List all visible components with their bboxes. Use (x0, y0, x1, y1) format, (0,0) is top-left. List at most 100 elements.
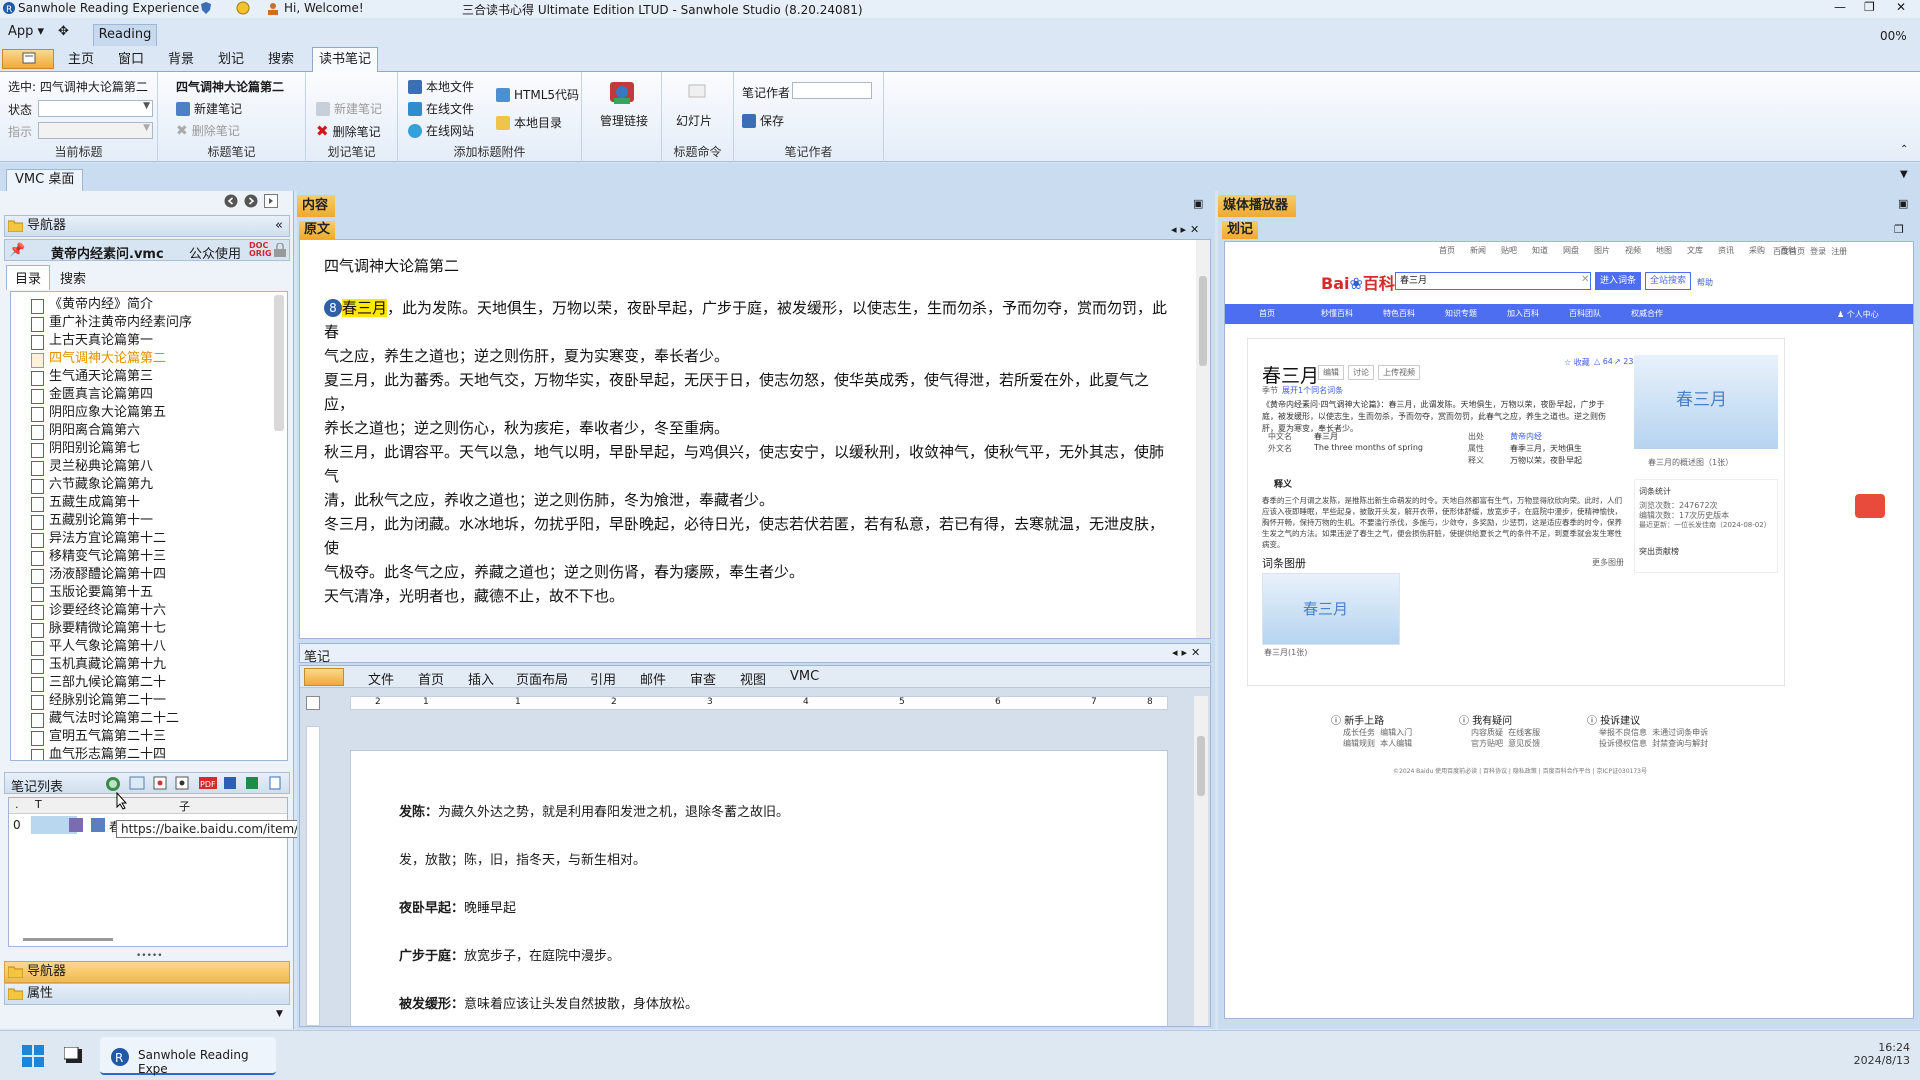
delete-title-note-button[interactable]: ✖ 删除笔记 (176, 122, 240, 139)
online-file-button[interactable]: 在线文件 (408, 100, 474, 117)
task-view-icon[interactable] (64, 1047, 84, 1065)
baidu-top-link[interactable]: 首页 (1439, 245, 1455, 256)
toc-item[interactable]: 生气通天论篇第三 (31, 368, 153, 386)
lock-icon[interactable] (273, 243, 287, 257)
toc-item[interactable]: 阴阳别论篇第七 (31, 440, 140, 458)
baidu-nav-item[interactable]: 加入百科 (1507, 308, 1569, 319)
note-page[interactable]: 发陈：为藏久外达之势，就是利用春阳发泄之机，退除冬蓄之故旧。 发，放散；陈，旧，… (350, 750, 1168, 1026)
menu-mark[interactable]: 划记 (212, 50, 250, 72)
file-menu-button[interactable] (2, 49, 54, 69)
tab-reading[interactable]: Reading (93, 24, 157, 46)
album-image[interactable]: 春三月 (1262, 573, 1400, 645)
summary-image[interactable]: 春三月 (1634, 355, 1778, 449)
word-icon[interactable] (223, 776, 237, 790)
tab-notes[interactable]: 笔记 (304, 646, 330, 665)
toc-item[interactable]: 上古天真论篇第一 (31, 332, 153, 350)
pdf-icon[interactable]: PDF (199, 776, 217, 790)
word-menu-layout[interactable]: 页面布局 (516, 669, 568, 688)
image-icon[interactable] (129, 776, 145, 790)
toc-item[interactable]: 诊要经终论篇第十六 (31, 602, 166, 620)
toc-item[interactable]: 三部九候论篇第二十 (31, 674, 166, 692)
toc-item[interactable]: 重广补注黄帝内经素问序 (31, 314, 192, 332)
enter-entry-button[interactable]: 进入词条 (1595, 272, 1641, 290)
ribbon-collapse-icon[interactable]: ⌃ (1900, 144, 1908, 155)
menu-window[interactable]: 窗口 (112, 50, 150, 72)
highlight-mark[interactable]: 春三月 (342, 299, 388, 317)
tab-toc[interactable]: 目录 (6, 265, 51, 290)
toc-item[interactable]: 脉要精微论篇第十七 (31, 620, 166, 638)
toc-item[interactable]: 平人气象论篇第十八 (31, 638, 166, 656)
menu-background[interactable]: 背景 (162, 50, 200, 72)
forward-icon[interactable] (244, 194, 258, 208)
local-dir-button[interactable]: 本地目录 (496, 114, 562, 131)
toc-item[interactable]: 五藏别论篇第十一 (31, 512, 153, 530)
baidu-nav-item[interactable]: 知识专题 (1445, 308, 1507, 319)
vertical-ruler[interactable] (306, 726, 320, 1026)
baidu-top-link[interactable]: 文库 (1687, 245, 1703, 256)
taskbar-app-button[interactable]: R Sanwhole Reading Expe (100, 1037, 276, 1076)
word-menu-review[interactable]: 审查 (690, 669, 716, 688)
baidu-top-link[interactable]: 图片 (1594, 245, 1610, 256)
toc-item[interactable]: 血气形志篇第二十四 (31, 746, 166, 760)
help-link[interactable]: 帮助 (1697, 277, 1713, 288)
link-icon[interactable] (105, 776, 121, 792)
move-icon[interactable]: ✥ (52, 18, 75, 46)
restore-icon[interactable]: ❐ (1894, 223, 1904, 236)
album-more-link[interactable]: 更多图册 (1592, 557, 1624, 568)
toc-item[interactable]: 六节藏象论篇第九 (31, 476, 153, 494)
toc-item[interactable]: 阴阳应象大论篇第五 (31, 404, 166, 422)
doc-tab-controls[interactable]: ◂▸✕ (1171, 223, 1203, 236)
toc-item[interactable]: 五藏生成篇第十 (31, 494, 140, 512)
close-button[interactable]: ✕ (1896, 0, 1906, 14)
menu-home[interactable]: 主页 (62, 50, 100, 72)
minimize-button[interactable]: — (1834, 0, 1846, 14)
baidu-top-link[interactable]: 采购 (1749, 245, 1765, 256)
video-icon[interactable] (175, 776, 189, 790)
polysemy-link[interactable]: 展开1个同名词条 (1282, 385, 1343, 396)
tab-stop-selector[interactable] (306, 696, 320, 710)
word-menu-file[interactable]: 文件 (368, 669, 394, 688)
new-mark-note-button[interactable]: 新建笔记 (316, 100, 382, 117)
word-menu-mail[interactable]: 邮件 (640, 669, 666, 688)
word-menu-vmc[interactable]: VMC (790, 669, 819, 684)
toc-item[interactable]: 异法方宜论篇第十二 (31, 530, 166, 548)
new-title-note-button[interactable]: 新建笔记 (176, 100, 242, 117)
notes-tab-controls[interactable]: ◂▸✕ (1172, 646, 1204, 659)
tree-scrollbar[interactable] (274, 295, 284, 431)
site-search-button[interactable]: 全站搜索 (1645, 272, 1691, 290)
word-menu-insert[interactable]: 插入 (468, 669, 494, 688)
status-combo[interactable]: ▼ (38, 100, 153, 117)
baidu-top-link[interactable]: 知道 (1532, 245, 1548, 256)
gift-icon[interactable] (1855, 494, 1885, 518)
menu-search[interactable]: 搜索 (262, 50, 300, 72)
online-site-button[interactable]: 在线网站 (408, 122, 474, 139)
like-button[interactable]: △ 64 (1594, 357, 1613, 366)
maximize-icon[interactable]: ▣ (1193, 197, 1203, 210)
collapse-icon[interactable]: « (275, 216, 283, 236)
note-badge-icon[interactable]: 8 (324, 299, 342, 317)
properties-header[interactable]: 属性 (4, 983, 290, 1005)
clear-icon[interactable]: ✕ (1581, 274, 1589, 285)
word-file-button[interactable] (304, 668, 344, 686)
dropdown-icon[interactable]: ▼ (1900, 169, 1908, 180)
tab-vmc-desktop[interactable]: VMC 桌面 (6, 169, 84, 191)
baidu-nav-item[interactable]: 首页 (1259, 308, 1321, 319)
baidu-logo[interactable]: Bai❀百科 (1321, 270, 1395, 294)
baidu-top-link[interactable]: 地图 (1656, 245, 1672, 256)
tab-search[interactable]: 搜索 (50, 265, 96, 290)
baidu-top-link[interactable]: 新闻 (1470, 245, 1486, 256)
clock[interactable]: 16:24 2024/8/13 (1854, 1041, 1910, 1067)
windows-start-icon[interactable] (22, 1045, 44, 1067)
slides-icon[interactable] (688, 84, 706, 98)
word-menu-reference[interactable]: 引用 (590, 669, 616, 688)
notes-scrollbar[interactable] (1194, 696, 1208, 1026)
word-menu-view[interactable]: 视图 (740, 669, 766, 688)
html5-button[interactable]: HTML5代码 (496, 86, 579, 103)
app-menu-button[interactable]: App ▾ (2, 18, 50, 46)
baidu-nav-item[interactable]: 权威合作 (1631, 308, 1693, 319)
excel-icon[interactable] (245, 776, 259, 790)
toc-item[interactable]: 阴阳离合篇第六 (31, 422, 140, 440)
menu-reading-notes[interactable]: 读书笔记 (312, 47, 379, 73)
toc-item[interactable]: 宣明五气篇第二十三 (31, 728, 166, 746)
delete-mark-note-button[interactable]: ✖ 删除笔记 (316, 122, 381, 140)
